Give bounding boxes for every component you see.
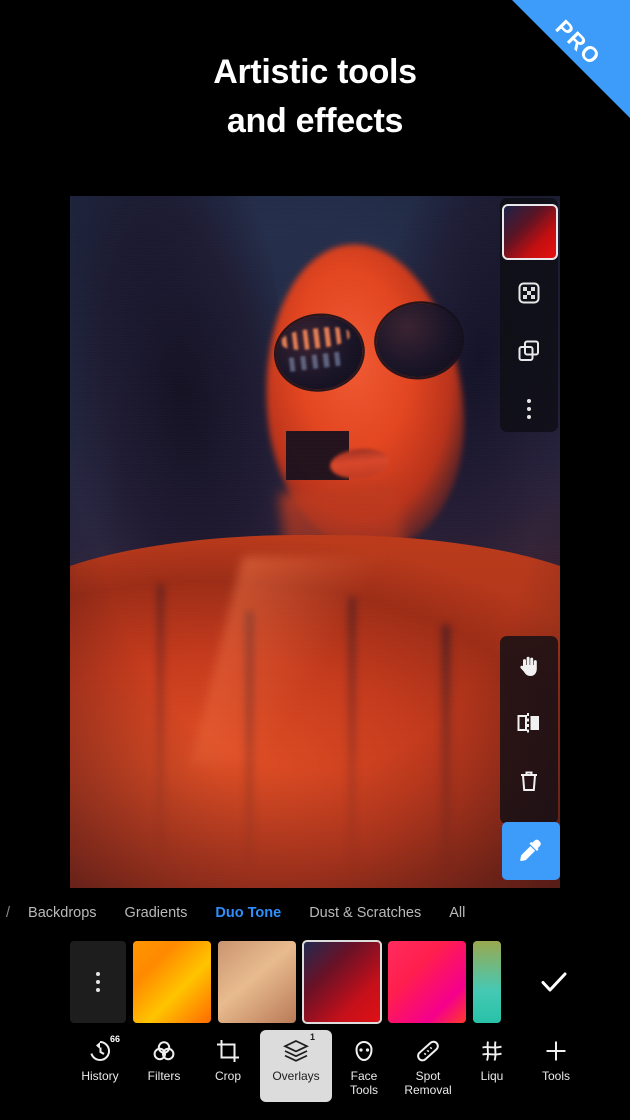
tab-duo-tone[interactable]: Duo Tone [201, 905, 295, 921]
swatch-pink[interactable] [388, 941, 466, 1023]
plus-icon [543, 1036, 569, 1066]
toolbar-label-liquify: Liqu [480, 1069, 504, 1083]
duplicate-layer-icon [517, 339, 541, 363]
crop-icon [215, 1036, 241, 1066]
swatch-red[interactable] [302, 940, 382, 1024]
history-badge: 66 [109, 1034, 120, 1044]
toolbar-label-face-tools: Face Tools [349, 1069, 378, 1097]
checkmark-icon [539, 969, 569, 995]
delete-button[interactable] [500, 752, 558, 810]
filters-icon [151, 1036, 177, 1066]
swatch-menu-button[interactable] [70, 941, 126, 1023]
toolbar-label-crop: Crop [214, 1069, 241, 1083]
undo-icon: 66 [87, 1034, 120, 1066]
more-options-icon [96, 972, 100, 992]
hand-icon [517, 653, 541, 678]
eyedropper-button[interactable] [502, 822, 560, 880]
mesh-icon [480, 1036, 504, 1066]
bandage-icon [415, 1036, 441, 1066]
toolbar-item-crop[interactable]: Crop [196, 1030, 260, 1083]
swatch-tan[interactable] [218, 941, 296, 1023]
blend-mode-button[interactable] [500, 264, 558, 322]
pro-badge-ribbon[interactable]: PRO [512, 0, 630, 118]
tab-gradients[interactable]: Gradients [111, 905, 202, 921]
more-options-icon [527, 399, 531, 419]
toolbar-label-history: History [81, 1069, 119, 1083]
preset-swatch-strip[interactable] [0, 938, 630, 1026]
overlays-badge: 1 [309, 1032, 315, 1042]
app-screen: PRO Artistic tools and effects / Backdro… [0, 0, 630, 1120]
swatch-orange[interactable] [133, 941, 211, 1023]
tab-clipped-left[interactable]: / [0, 905, 14, 921]
photo-canvas[interactable] [70, 196, 560, 888]
face-icon [352, 1036, 376, 1066]
more-options-button[interactable] [500, 380, 558, 438]
tab-backdrops[interactable]: Backdrops [14, 905, 111, 921]
toolbar-item-liquify[interactable]: Liqu [460, 1030, 524, 1083]
pan-button[interactable] [500, 636, 558, 694]
tab-all[interactable]: All [435, 905, 479, 921]
color-swatch-button[interactable] [502, 204, 558, 260]
tab-dust-and-scratches[interactable]: Dust & Scratches [295, 905, 435, 921]
trash-icon [518, 769, 540, 793]
toolbar-label-overlays: Overlays [272, 1069, 320, 1083]
eyedropper-icon [518, 838, 544, 864]
blend-mode-icon [517, 281, 541, 305]
edited-photo [70, 196, 560, 888]
layers-icon: 1 [282, 1032, 315, 1066]
toolbar-item-face-tools[interactable]: Face Tools [332, 1030, 396, 1097]
editor-bottom-toolbar[interactable]: 66 History Filters Crop 1 Overlays Face … [0, 1030, 630, 1120]
toolbar-label-spot-removal: Spot Removal [404, 1069, 452, 1097]
toolbar-label-tools: Tools [541, 1069, 570, 1083]
flip-button[interactable] [500, 694, 558, 752]
confirm-button[interactable] [526, 954, 582, 1010]
toolbar-item-filters[interactable]: Filters [132, 1030, 196, 1083]
toolbar-label-filters: Filters [147, 1069, 181, 1083]
overlay-category-tabs[interactable]: / Backdrops Gradients Duo Tone Dust & Sc… [0, 896, 630, 930]
toolbar-item-spot-removal[interactable]: Spot Removal [396, 1030, 460, 1097]
duplicate-layer-button[interactable] [500, 322, 558, 380]
flip-icon [517, 711, 541, 735]
transform-tools-panel [500, 636, 558, 824]
toolbar-item-overlays[interactable]: 1 Overlays [260, 1030, 332, 1102]
toolbar-item-tools[interactable]: Tools [524, 1030, 588, 1083]
toolbar-item-history[interactable]: 66 History [68, 1030, 132, 1083]
swatch-teal[interactable] [473, 941, 501, 1023]
